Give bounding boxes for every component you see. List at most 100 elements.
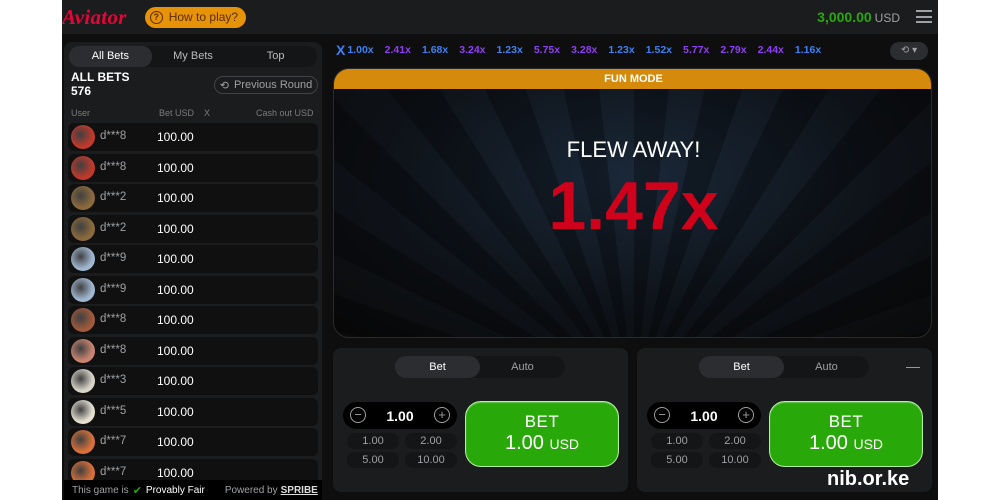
bet-user: d***2: [100, 221, 127, 234]
fun-mode-banner: FUN MODE: [334, 69, 931, 89]
bet-user: d***9: [100, 252, 127, 264]
multiplier-chip: 1.23x: [608, 44, 635, 56]
provably-fair-footer: This game is ✔ Provably Fair Powered by …: [64, 480, 322, 500]
flew-away-text: FLEW AWAY!: [566, 137, 701, 162]
bet-amount: 100.00: [157, 343, 194, 358]
bet-row: d***8 100.00: [68, 153, 318, 182]
bet-user: d***2: [100, 191, 127, 203]
quick-amount-button[interactable]: 10.00: [709, 452, 761, 468]
quick-amount-button[interactable]: 10.00: [405, 452, 457, 468]
multiplier-chip: 1.52x: [645, 44, 672, 56]
history-icon: ⟲: [219, 79, 229, 92]
avatar: [71, 399, 95, 424]
avatar: [71, 247, 95, 271]
multiplier-chip: 1.00x: [347, 44, 374, 56]
avatar: [71, 338, 95, 363]
quick-amount-button[interactable]: 1.00: [651, 433, 703, 449]
bet-row: d***8 100.00: [68, 306, 318, 334]
increase-icon[interactable]: +: [434, 407, 450, 423]
bet-row: d***9 100.00: [68, 275, 318, 304]
top-bar: Aviator ? How to play? 3,000.00 USD: [62, 0, 938, 34]
avatar: [71, 277, 95, 302]
multiplier-chip: 5.75x: [533, 44, 561, 56]
bet-user: d***8: [100, 160, 127, 173]
balance-currency: USD: [874, 11, 900, 25]
remove-panel-icon[interactable]: —: [906, 358, 920, 374]
tab-bet[interactable]: Bet: [699, 356, 784, 378]
bet-amount: 100.00: [157, 221, 194, 236]
all-bets-header: ALL BETS 576: [71, 70, 129, 98]
tab-auto[interactable]: Auto: [784, 356, 869, 378]
bet-row: d***8 100.00: [68, 336, 318, 365]
column-cashout: Cash out USD: [256, 108, 314, 118]
bet-button-label: BET: [828, 412, 864, 431]
quick-amount-button[interactable]: 2.00: [405, 433, 457, 449]
multiplier-chip: 2.44x: [757, 44, 784, 56]
bet-user: d***8: [100, 343, 127, 356]
bet-panel-tabs: Bet Auto: [699, 356, 869, 378]
site-watermark: nib.or.ke: [827, 468, 910, 490]
multiplier-chip: 3.24x: [459, 44, 486, 56]
hamburger-menu-icon[interactable]: [916, 10, 932, 23]
bet-amount: 100.00: [157, 435, 194, 449]
column-x: X: [204, 108, 211, 118]
previous-round-button[interactable]: ⟲ Previous Round: [214, 76, 318, 94]
tab-all-bets[interactable]: All Bets: [69, 46, 152, 67]
tab-top[interactable]: Top: [234, 46, 317, 67]
avatar: [71, 125, 95, 149]
quick-amount-button[interactable]: 5.00: [347, 452, 399, 468]
bet-amount: 100.00: [157, 374, 194, 388]
avatar: [71, 369, 95, 393]
spribe-logo[interactable]: SPRIBE: [281, 485, 318, 496]
previous-round-label: Previous Round: [233, 79, 313, 91]
bet-amount: 100.00: [157, 130, 194, 144]
bet-user: d***7: [100, 465, 127, 478]
bet-amount-stepper: − 1.00 +: [647, 402, 761, 429]
bets-list: d***8 100.00 d***8 100.00 d***2 100.00 d***2 10…: [68, 123, 318, 489]
aviator-logo[interactable]: Aviator: [62, 5, 127, 30]
bet-row: d***2 100.00: [68, 214, 318, 243]
quick-amount-button[interactable]: 5.00: [651, 452, 703, 468]
bet-button-amount: 1.00: [504, 432, 544, 454]
history-x-icon: X: [336, 42, 346, 58]
multiplier-chip: 3.28x: [571, 44, 598, 56]
quick-amount-button[interactable]: 1.00: [347, 433, 399, 449]
tab-bet[interactable]: Bet: [395, 356, 480, 378]
multiplier-chip: 1.23x: [496, 44, 523, 56]
bet-user: d***7: [100, 435, 127, 447]
bet-button[interactable]: BET 1.00 USD: [465, 401, 619, 467]
multiplier-chip: 5.77x: [683, 44, 710, 56]
bet-amount: 100.00: [157, 282, 194, 297]
how-to-play-button[interactable]: ? How to play?: [144, 6, 247, 28]
column-bet: Bet USD: [159, 108, 195, 118]
increase-icon[interactable]: +: [738, 407, 754, 423]
bet-amount: 100.00: [157, 465, 194, 480]
multiplier-chip: 2.79x: [720, 44, 747, 56]
all-bets-count: 576: [71, 84, 92, 98]
tab-my-bets[interactable]: My Bets: [152, 46, 235, 67]
quick-amount-button[interactable]: 2.00: [709, 433, 761, 449]
bet-user: d***8: [100, 313, 127, 325]
history-toggle-button[interactable]: ⟲ ▾: [890, 42, 928, 60]
provably-fair-link[interactable]: Provably Fair: [146, 485, 205, 496]
help-icon: ?: [149, 10, 163, 24]
history-icon: ⟲ ▾: [900, 45, 918, 56]
avatar: [71, 308, 95, 332]
multiplier-history: X 1.00x 2.41x 1.68x 3.24x 1.23x 5.75x 3.28x 1.2…: [336, 40, 832, 60]
bet-row: d***5 100.00: [68, 397, 318, 426]
tab-auto[interactable]: Auto: [480, 356, 565, 378]
bets-sidebar: All Bets My Bets Top ALL BETS 576 ⟲ Prev…: [64, 42, 322, 500]
footer-prefix: This game is: [72, 484, 129, 496]
bet-row: d***9 100.00: [68, 245, 318, 273]
bet-user: d***8: [100, 130, 127, 142]
column-user: User: [71, 108, 91, 118]
bet-button[interactable]: BET 1.00 USD: [769, 401, 923, 467]
bet-button-amount: 1.00: [808, 432, 848, 454]
avatar: [71, 430, 95, 454]
shield-check-icon: ✔: [132, 484, 142, 497]
crash-multiplier: 1.47x: [548, 168, 719, 244]
how-to-play-label: How to play?: [168, 10, 239, 24]
bet-amount: 100.00: [157, 191, 194, 205]
bet-panel-1: Bet Auto − 1.00 + 1.00 2.00 5.00 10.00 B…: [333, 348, 628, 492]
game-stage: FUN MODE FLEW AWAY! 1.47x: [333, 68, 932, 338]
